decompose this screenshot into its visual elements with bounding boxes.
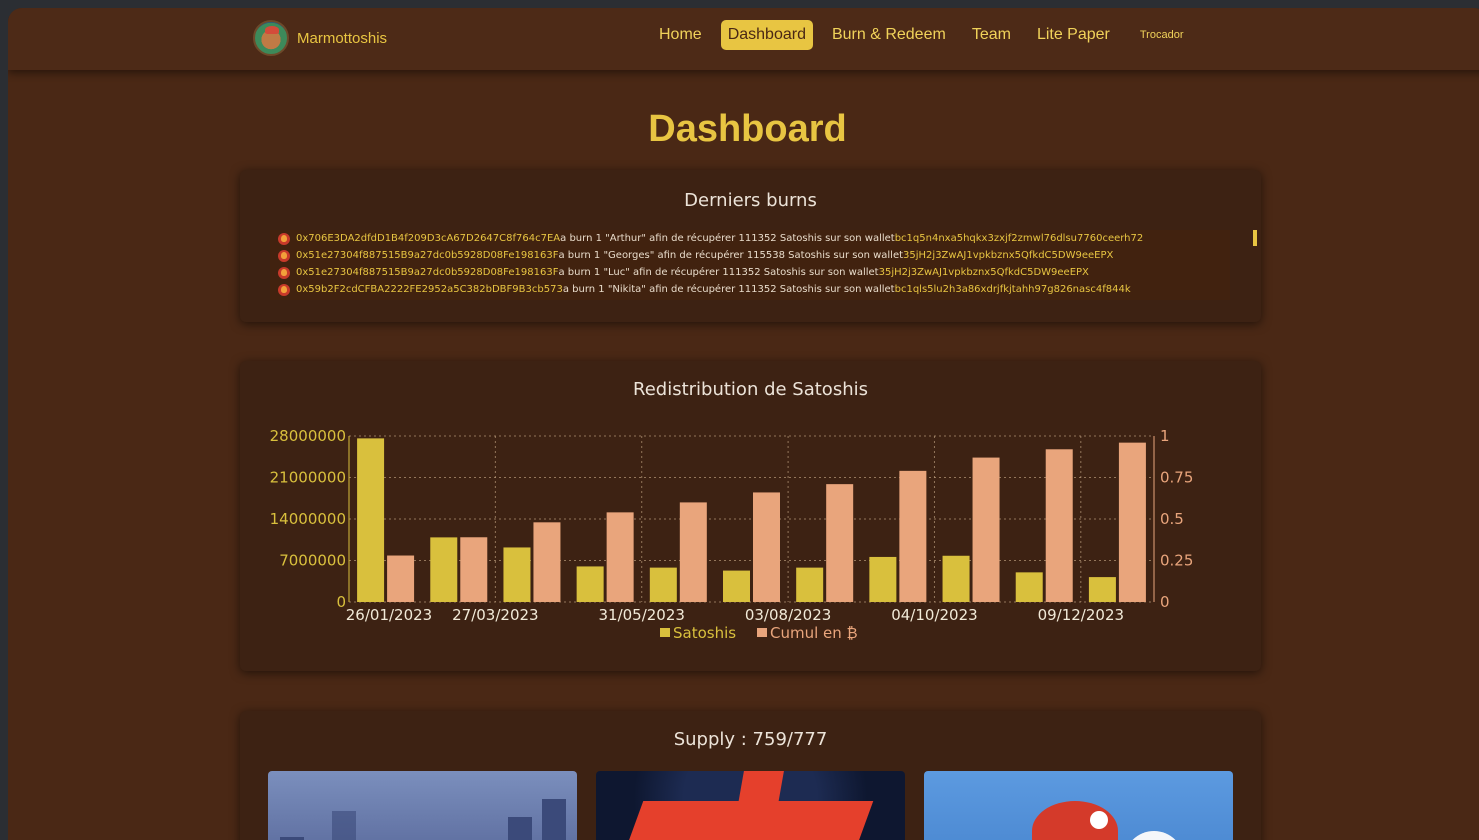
nft-thumbnail-chart[interactable]: [268, 771, 577, 840]
main-nav: Home Dashboard Burn & Redeem Team Lite P…: [652, 20, 1202, 50]
x-tick-label: 27/03/2023: [452, 606, 538, 624]
burn-text: a burn 1 "Luc" afin de récupérer 111352 …: [558, 267, 879, 278]
bar-satoshis: [649, 567, 677, 602]
redistribution-chart: 0 0 7000000 0.25 14000000 0.5 21000000 0.75 2800…: [270, 427, 1194, 642]
bar-satoshis: [869, 556, 897, 602]
bar-cumul: [460, 537, 488, 602]
list-item: 0x706E3DA2dfdD1B4f209D3cA67D2647C8f764c7…: [270, 230, 1230, 247]
fire-icon: [278, 232, 290, 245]
x-tick-label: 03/08/2023: [745, 606, 831, 624]
list-item: 0x51e27304f887515B9a27dc0b5928D08Fe19816…: [270, 247, 1230, 264]
burn-address[interactable]: 0x51e27304f887515B9a27dc0b5928D08Fe19816…: [296, 250, 558, 261]
fire-icon: [278, 283, 290, 296]
legend-swatch: [660, 628, 670, 637]
bar-satoshis: [430, 537, 458, 602]
supply-card: Supply : 759/777: [240, 711, 1261, 840]
bar-satoshis: [503, 547, 531, 602]
nav-dashboard[interactable]: Dashboard: [720, 20, 813, 50]
navbar: Marmottoshis Home Dashboard Burn & Redee…: [8, 8, 1479, 70]
nav-team[interactable]: Team: [965, 20, 1018, 50]
nav-lite-paper[interactable]: Lite Paper: [1030, 20, 1117, 50]
bar-cumul: [972, 457, 1000, 602]
bar-cumul: [387, 555, 415, 602]
bar-cumul: [1045, 449, 1073, 602]
bar-cumul: [679, 502, 707, 602]
y-right-tick-label: 0: [1160, 593, 1170, 611]
burn-address[interactable]: 0x51e27304f887515B9a27dc0b5928D08Fe19816…: [296, 267, 558, 278]
y-left-tick-label: 14000000: [270, 510, 346, 528]
x-tick-label: 04/10/2023: [891, 606, 977, 624]
burns-title: Derniers burns: [684, 190, 817, 211]
bar-cumul: [533, 522, 561, 602]
bar-satoshis: [1088, 577, 1116, 602]
chart-card: Redistribution de Satoshis 0 0 7000000 0.25…: [240, 361, 1261, 671]
bar-cumul: [753, 492, 780, 602]
y-right-tick-label: 0.5: [1160, 510, 1184, 528]
nav-burn-redeem[interactable]: Burn & Redeem: [825, 20, 953, 50]
list-item: 0x51e27304f887515B9a27dc0b5928D08Fe19816…: [270, 264, 1230, 281]
page-title: Dashboard: [648, 108, 847, 150]
bar-cumul: [899, 470, 927, 602]
burn-text: a burn 1 "Georges" afin de récupérer 115…: [558, 250, 904, 261]
y-right-tick-label: 1: [1160, 427, 1170, 445]
fire-icon: [278, 249, 290, 262]
bar-satoshis: [576, 566, 604, 602]
bar-satoshis: [1015, 572, 1043, 602]
bar-satoshis: [796, 567, 824, 602]
supply-title: Supply : 759/777: [673, 729, 828, 750]
bar-cumul: [826, 484, 854, 602]
y-left-tick-label: 28000000: [270, 427, 346, 445]
y-left-tick-label: 21000000: [270, 469, 346, 487]
nft-thumbnail-mario[interactable]: [924, 771, 1233, 840]
bar-cumul: [1118, 442, 1146, 602]
scrollbar-thumb[interactable]: [1253, 230, 1257, 246]
nav-home[interactable]: Home: [652, 20, 709, 50]
browser-window: Marmottoshis Home Dashboard Burn & Redee…: [8, 8, 1479, 840]
burns-card: Derniers burns 0x706E3DA2dfdD1B4f209D3cA…: [240, 170, 1261, 322]
burn-list: 0x706E3DA2dfdD1B4f209D3cA67D2647C8f764c7…: [270, 230, 1230, 300]
y-right-tick-label: 0.25: [1160, 552, 1193, 570]
burn-address[interactable]: 0x59b2F2cdCFBA2222FE2952a5C382bDBF9B3cb5…: [296, 284, 563, 295]
y-right-tick-label: 0.75: [1160, 469, 1193, 487]
bar-satoshis: [942, 555, 970, 602]
legend-label: Cumul en ₿: [770, 624, 858, 642]
bar-cumul: [606, 512, 634, 602]
burn-wallet[interactable]: bc1qls5lu2h3a86xdrjfkjtahh97g826nasc4f84…: [895, 284, 1131, 295]
burn-wallet[interactable]: bc1q5n4nxa5hqkx3zxjf2zmwl76dlsu7760ceerh…: [895, 233, 1144, 244]
bar-satoshis: [723, 570, 750, 602]
fire-icon: [278, 266, 290, 279]
burn-text: a burn 1 "Arthur" afin de récupérer 1113…: [560, 233, 895, 244]
brand[interactable]: Marmottoshis: [253, 20, 387, 56]
burn-text: a burn 1 "Nikita" afin de récupérer 1113…: [562, 284, 895, 295]
list-item: 0x59b2F2cdCFBA2222FE2952a5C382bDBF9B3cb5…: [270, 281, 1230, 298]
x-tick-label: 26/01/2023: [346, 606, 432, 624]
x-tick-label: 09/12/2023: [1038, 606, 1124, 624]
bar-satoshis: [357, 438, 385, 602]
nft-thumbnail-space[interactable]: [596, 771, 905, 840]
legend-label: Satoshis: [673, 624, 736, 642]
legend-swatch: [757, 628, 767, 637]
burn-wallet[interactable]: 35jH2j3ZwAJ1vpkbznx5QfkdC5DW9eeEPX: [903, 250, 1113, 261]
y-left-tick-label: 0: [336, 593, 346, 611]
y-left-tick-label: 7000000: [279, 552, 346, 570]
x-tick-label: 31/05/2023: [598, 606, 684, 624]
nav-trocador[interactable]: Trocador: [1133, 23, 1191, 47]
burn-address[interactable]: 0x706E3DA2dfdD1B4f209D3cA67D2647C8f764c7…: [296, 233, 560, 244]
burn-wallet[interactable]: 35jH2j3ZwAJ1vpkbznx5QfkdC5DW9eeEPX: [879, 267, 1089, 278]
marmot-logo-icon: [253, 20, 289, 56]
brand-name: Marmottoshis: [297, 29, 388, 47]
